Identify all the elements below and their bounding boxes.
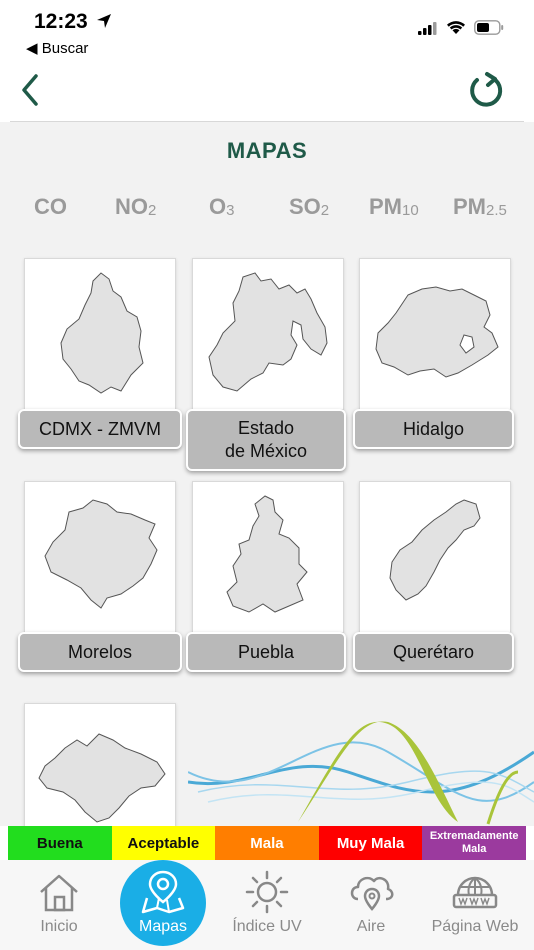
tab-pagina-web[interactable]: Página Web — [422, 860, 528, 950]
legend-extremadamente-mala: Extremadamente Mala — [422, 826, 526, 860]
pollutant-selector: CO NO2 O3 SO2 PM10 PM2.5 — [0, 194, 534, 224]
estado-de-mexico-map-icon — [208, 272, 328, 392]
legend-aceptable: Aceptable — [111, 826, 216, 860]
region-card-hidalgo[interactable] — [359, 258, 511, 410]
pollutant-no2[interactable]: NO2 — [115, 194, 156, 220]
battery-icon — [474, 20, 504, 35]
tab-aire[interactable]: Aire — [318, 860, 424, 950]
queretaro-map-icon — [389, 499, 481, 601]
pollutant-pm25[interactable]: PM2.5 — [453, 194, 507, 220]
tab-indice-uv[interactable]: Índice UV — [214, 860, 320, 950]
region-card-morelos[interactable] — [24, 481, 176, 633]
sun-icon — [245, 870, 289, 914]
page-title: MAPAS — [226, 138, 308, 163]
tab-label-inicio: Inicio — [40, 918, 78, 935]
region-card-tlaxcala[interactable] — [24, 703, 176, 826]
tab-label-mapas: Mapas — [138, 918, 188, 935]
region-card-queretaro[interactable] — [359, 481, 511, 633]
region-button-queretaro[interactable]: Querétaro — [353, 632, 514, 672]
cloud-location-icon — [350, 876, 394, 911]
hidalgo-map-icon — [375, 286, 499, 378]
tab-label-indice-uv: Índice UV — [232, 918, 302, 935]
tab-inicio[interactable]: Inicio — [6, 860, 112, 950]
back-app-label: Buscar — [41, 40, 89, 57]
back-to-app-link[interactable]: ◀ Buscar — [26, 39, 88, 57]
morelos-map-icon — [44, 499, 158, 609]
legend-muy-mala: Muy Mala — [318, 826, 423, 860]
map-pin-icon — [141, 870, 185, 914]
tab-mapas[interactable]: Mapas — [110, 860, 216, 950]
status-time: 12:23 — [34, 10, 88, 33]
pollutant-so2[interactable]: SO2 — [289, 194, 329, 220]
decorative-waves-graphic — [188, 721, 534, 825]
region-card-estado-de-mexico[interactable] — [192, 258, 344, 410]
refresh-icon[interactable] — [464, 70, 506, 112]
region-button-morelos[interactable]: Morelos — [18, 632, 182, 672]
wifi-icon — [447, 21, 465, 34]
region-button-cdmx[interactable]: CDMX - ZMVM — [18, 409, 182, 449]
tab-label-aire: Aire — [356, 918, 386, 935]
region-button-puebla[interactable]: Puebla — [186, 632, 346, 672]
home-icon — [40, 874, 78, 912]
cdmx-map-icon — [60, 272, 144, 394]
air-quality-legend: Buena Aceptable Mala Muy Mala Extremadam… — [8, 826, 526, 860]
region-card-cdmx[interactable] — [24, 258, 176, 410]
pollutant-pm10[interactable]: PM10 — [369, 194, 419, 220]
cellular-signal-icon — [418, 21, 437, 35]
pollutant-co[interactable]: CO — [34, 194, 67, 220]
location-arrow-icon — [97, 14, 111, 28]
pollutant-o3[interactable]: O3 — [209, 194, 234, 220]
region-card-puebla[interactable] — [192, 481, 344, 633]
status-bar: 12:23 ◀ Buscar — [0, 0, 534, 62]
globe-web-icon — [452, 876, 498, 909]
legend-buena: Buena — [8, 826, 112, 860]
back-chevron-icon[interactable] — [16, 72, 46, 108]
puebla-map-icon — [226, 495, 308, 613]
region-button-estado-de-mexico[interactable]: Estado de México — [186, 409, 346, 471]
tab-label-pagina-web: Página Web — [431, 918, 519, 935]
back-triangle-icon: ◀ — [26, 40, 38, 57]
maps-content: MAPAS CO NO2 O3 SO2 PM10 PM2.5 CDMX - ZM… — [0, 122, 534, 826]
navigation-bar — [0, 62, 534, 120]
tlaxcala-map-icon — [38, 733, 166, 823]
legend-mala: Mala — [215, 826, 319, 860]
region-button-hidalgo[interactable]: Hidalgo — [353, 409, 514, 449]
